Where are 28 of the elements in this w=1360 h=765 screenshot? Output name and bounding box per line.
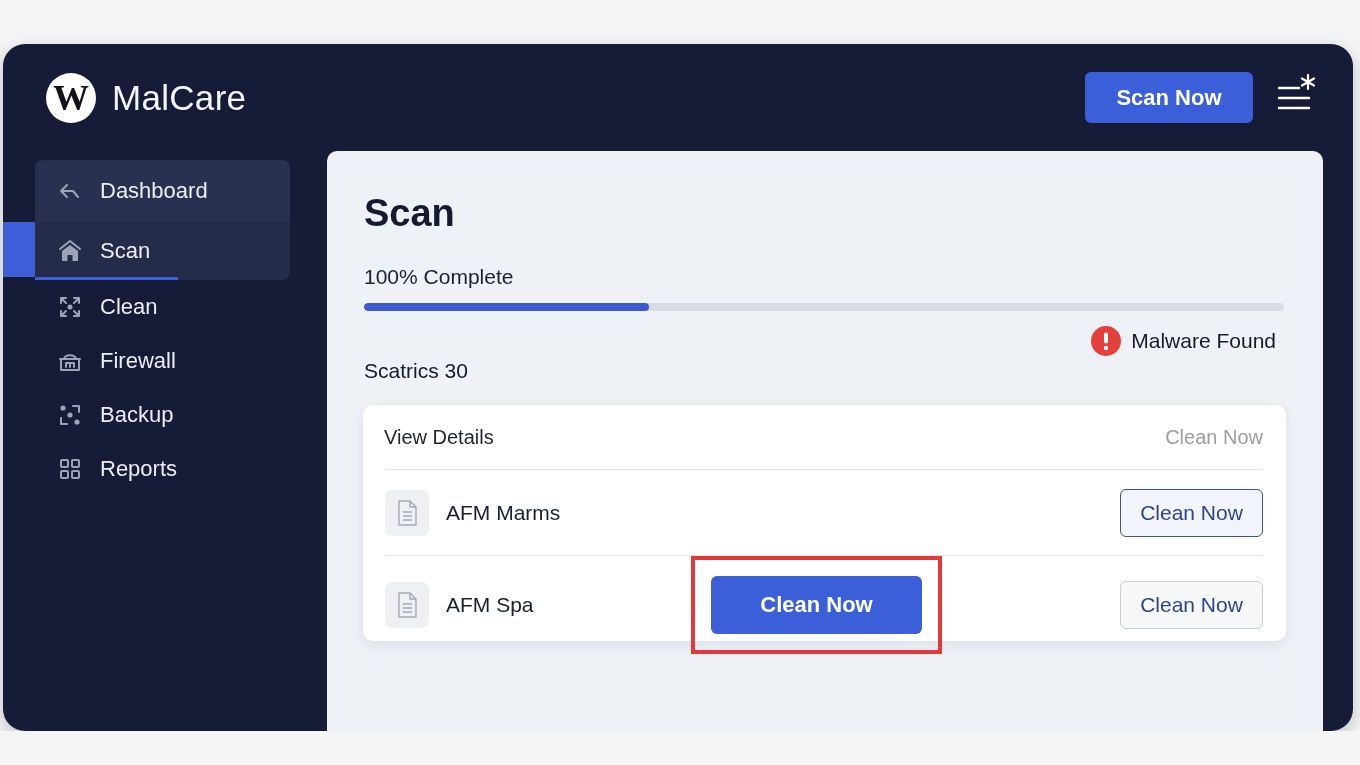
alert-icon bbox=[1091, 326, 1122, 356]
dashboard-link[interactable]: Dashboard bbox=[35, 160, 290, 222]
page-title: Scan bbox=[364, 191, 455, 236]
clean-now-button[interactable]: Clean Now bbox=[1120, 581, 1263, 629]
document-icon bbox=[385, 582, 429, 628]
app-name: MalCare bbox=[112, 77, 247, 118]
progress-label: 100% Complete bbox=[364, 264, 514, 290]
dots-icon bbox=[58, 403, 82, 427]
selection-indicator bbox=[3, 222, 35, 277]
scan-now-button[interactable]: Scan Now bbox=[1085, 72, 1253, 123]
grid-icon bbox=[58, 457, 82, 481]
sidebar-item[interactable]: Reports bbox=[35, 442, 290, 496]
status-text: Malware Found bbox=[1131, 329, 1276, 353]
document-icon bbox=[385, 489, 429, 536]
sidebar-item[interactable]: Firewall bbox=[35, 334, 290, 388]
corner-arrows-icon bbox=[58, 295, 82, 319]
sidebar-item[interactable]: Scan bbox=[35, 222, 290, 280]
file-name: AFM Spa bbox=[446, 593, 535, 617]
logo: W bbox=[46, 72, 96, 123]
menu-icon[interactable] bbox=[1278, 73, 1316, 110]
card-title: View Details bbox=[384, 425, 494, 449]
sidebar-item[interactable]: Backup bbox=[35, 388, 290, 442]
summary-text: Scatrics 30 bbox=[364, 358, 468, 384]
clean-now-button[interactable]: Clean Now bbox=[711, 576, 922, 634]
file-name: AFM Marms bbox=[446, 500, 562, 525]
home-icon bbox=[58, 239, 82, 263]
clean-now-button[interactable]: Clean Now bbox=[1120, 488, 1263, 537]
sidebar-item[interactable]: Clean bbox=[35, 280, 290, 334]
